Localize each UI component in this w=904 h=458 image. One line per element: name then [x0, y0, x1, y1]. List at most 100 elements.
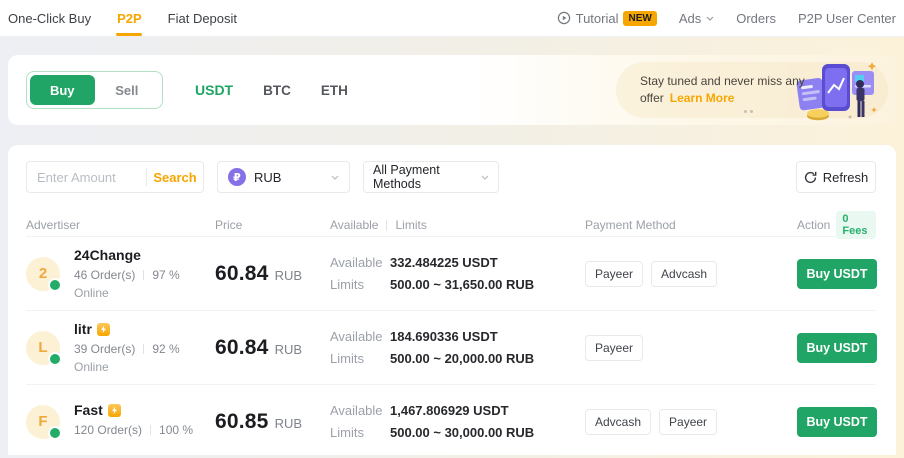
- refresh-button[interactable]: Refresh: [796, 161, 876, 193]
- price-value: 60.84: [215, 336, 269, 360]
- nav-right: Tutorial NEW Ads Orders P2P User Center: [557, 0, 896, 36]
- payment-methods-cell: Payeer Advcash: [585, 261, 797, 287]
- lightning-merchant-icon: [108, 404, 121, 417]
- advertiser-info: 24Change 46 Order(s) 97 % Online: [74, 247, 180, 300]
- available-limits-cell: Available 184.690336 USDT Limits 500.00 …: [330, 326, 585, 370]
- order-count: 39 Order(s): [74, 342, 135, 356]
- payment-methods-cell: Advcash Payeer: [585, 409, 797, 435]
- search-button[interactable]: Search: [147, 170, 203, 185]
- payment-filter-label: All Payment Methods: [373, 163, 481, 191]
- table-row: L litr 39 Order(s) 92 % Online 60.: [26, 310, 876, 384]
- limits-value: 500.00 ~ 20,000.00 RUB: [390, 348, 534, 370]
- payment-chip[interactable]: Payeer: [659, 409, 717, 435]
- refresh-icon: [804, 171, 817, 184]
- coin-tabs: USDT BTC ETH: [195, 82, 348, 98]
- promo-line2: offer: [640, 91, 664, 105]
- advertiser-name[interactable]: 24Change: [74, 247, 180, 263]
- price-value: 60.84: [215, 262, 269, 286]
- coin-tab-eth[interactable]: ETH: [321, 83, 348, 98]
- price-cell: 60.85 RUB: [215, 410, 330, 434]
- available-limits-cell: Available 1,467.806929 USDT Limits 500.0…: [330, 400, 585, 444]
- offer-list-card: Search ₽ RUB All Payment Methods Refresh…: [8, 145, 896, 455]
- nav-tab-fiat-deposit[interactable]: Fiat Deposit: [168, 0, 237, 36]
- chevron-down-icon: [706, 16, 714, 21]
- buy-sell-toggle: Buy Sell: [26, 71, 163, 109]
- advertiser-cell: 2 24Change 46 Order(s) 97 % Online: [26, 247, 215, 300]
- payment-chip[interactable]: Advcash: [585, 409, 651, 435]
- advertiser-name[interactable]: litr: [74, 321, 180, 337]
- coin-tab-usdt[interactable]: USDT: [195, 82, 233, 98]
- available-label: Available: [330, 400, 390, 422]
- price-currency: RUB: [275, 342, 302, 357]
- avatar: L: [26, 331, 60, 365]
- payment-chip[interactable]: Payeer: [585, 335, 643, 361]
- available-value: 1,467.806929 USDT: [390, 400, 509, 422]
- fiat-currency-select[interactable]: ₽ RUB: [217, 161, 350, 193]
- promo-line1: Stay tuned and never miss any: [640, 74, 805, 88]
- advertiser-info: litr 39 Order(s) 92 % Online: [74, 321, 180, 374]
- advertiser-info: Fast 120 Order(s) 100 %: [74, 402, 193, 441]
- limits-label: Limits: [330, 274, 390, 296]
- available-value: 332.484225 USDT: [390, 252, 498, 274]
- order-count: 120 Order(s): [74, 423, 142, 437]
- header-price: Price: [215, 218, 330, 232]
- orders-link[interactable]: Orders: [736, 11, 776, 26]
- carousel-dot: [750, 110, 753, 113]
- completion-rate: 92 %: [152, 342, 179, 356]
- payment-method-select[interactable]: All Payment Methods: [363, 161, 499, 193]
- ads-label: Ads: [679, 11, 701, 26]
- header-action-label: Action: [797, 218, 830, 232]
- online-status-dot: [48, 278, 62, 292]
- advertiser-cell: F Fast 120 Order(s) 100 %: [26, 402, 215, 441]
- price-cell: 60.84 RUB: [215, 262, 330, 286]
- avatar-initial: 2: [39, 265, 47, 282]
- tutorial-link[interactable]: Tutorial NEW: [557, 11, 657, 26]
- amount-search-group: Search: [26, 161, 204, 193]
- header-divider: [386, 220, 387, 231]
- available-label: Available: [330, 252, 390, 274]
- ads-menu[interactable]: Ads: [679, 11, 714, 26]
- price-currency: RUB: [275, 416, 302, 431]
- advertiser-name[interactable]: Fast: [74, 402, 193, 418]
- p2p-user-center-link[interactable]: P2P User Center: [798, 11, 896, 26]
- buy-usdt-button[interactable]: Buy USDT: [797, 259, 877, 289]
- table-row: 2 24Change 46 Order(s) 97 % Online 60.84…: [26, 236, 876, 310]
- header-available: Available: [330, 218, 378, 232]
- payment-chip[interactable]: Advcash: [651, 261, 717, 287]
- payment-chip[interactable]: Payeer: [585, 261, 643, 287]
- payment-methods-cell: Payeer: [585, 335, 797, 361]
- nav-tab-one-click-buy[interactable]: One-Click Buy: [8, 0, 91, 36]
- available-value: 184.690336 USDT: [390, 326, 498, 348]
- header-payment-method: Payment Method: [585, 218, 797, 232]
- top-navigation: One-Click Buy P2P Fiat Deposit Tutorial …: [0, 0, 904, 37]
- chevron-down-icon: [331, 175, 339, 180]
- coin-tab-btc[interactable]: BTC: [263, 83, 291, 98]
- nav-tab-p2p[interactable]: P2P: [117, 0, 142, 36]
- header-available-limits: Available Limits: [330, 218, 585, 232]
- buy-toggle-button[interactable]: Buy: [30, 75, 95, 105]
- lightning-merchant-icon: [97, 323, 110, 336]
- header-limits: Limits: [395, 218, 426, 232]
- amount-input[interactable]: [27, 170, 146, 185]
- learn-more-link[interactable]: Learn More: [670, 91, 735, 105]
- action-cell: Buy USDT: [797, 333, 877, 363]
- sell-toggle-button[interactable]: Sell: [95, 75, 160, 105]
- table-row: F Fast 120 Order(s) 100 % 60.85: [26, 384, 876, 458]
- advertiser-meta: 120 Order(s) 100 %: [74, 423, 193, 437]
- order-count: 46 Order(s): [74, 268, 135, 282]
- online-status-label: Online: [74, 360, 180, 374]
- price-currency: RUB: [275, 268, 302, 283]
- buy-usdt-button[interactable]: Buy USDT: [797, 407, 877, 437]
- promo-banner-text: Stay tuned and never miss any offer Learn…: [640, 73, 805, 107]
- advertiser-name-text: Fast: [74, 402, 103, 418]
- avatar-initial: L: [38, 339, 47, 356]
- price-value: 60.85: [215, 410, 269, 434]
- tutorial-label: Tutorial: [576, 11, 619, 26]
- online-status-dot: [48, 426, 62, 440]
- new-badge: NEW: [623, 11, 656, 26]
- buy-usdt-button[interactable]: Buy USDT: [797, 333, 877, 363]
- ruble-icon: ₽: [228, 168, 246, 186]
- online-status-dot: [48, 352, 62, 366]
- available-limits-cell: Available 332.484225 USDT Limits 500.00 …: [330, 252, 585, 296]
- banner-carousel-dots[interactable]: [744, 110, 753, 113]
